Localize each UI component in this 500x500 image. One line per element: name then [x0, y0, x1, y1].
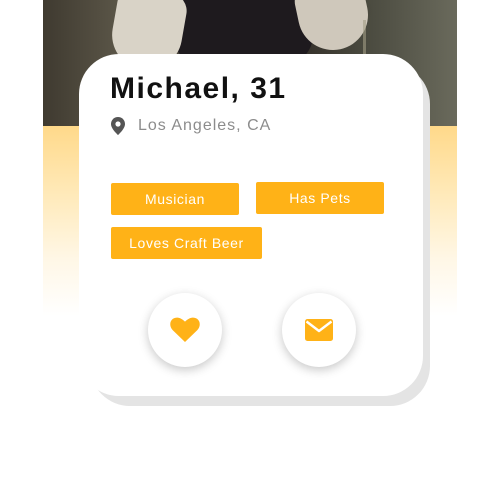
heart-icon — [170, 317, 200, 342]
envelope-icon — [305, 319, 333, 341]
message-button[interactable] — [282, 293, 356, 367]
interest-tag: Musician — [111, 183, 239, 215]
like-button[interactable] — [148, 293, 222, 367]
profile-location: Los Angeles, CA — [110, 115, 271, 137]
interest-tag: Loves Craft Beer — [111, 227, 262, 259]
map-pin-icon — [111, 117, 125, 135]
interest-tag: Has Pets — [256, 182, 384, 214]
location-text: Los Angeles, CA — [138, 117, 272, 134]
profile-name-age: Michael, 31 — [110, 72, 287, 105]
